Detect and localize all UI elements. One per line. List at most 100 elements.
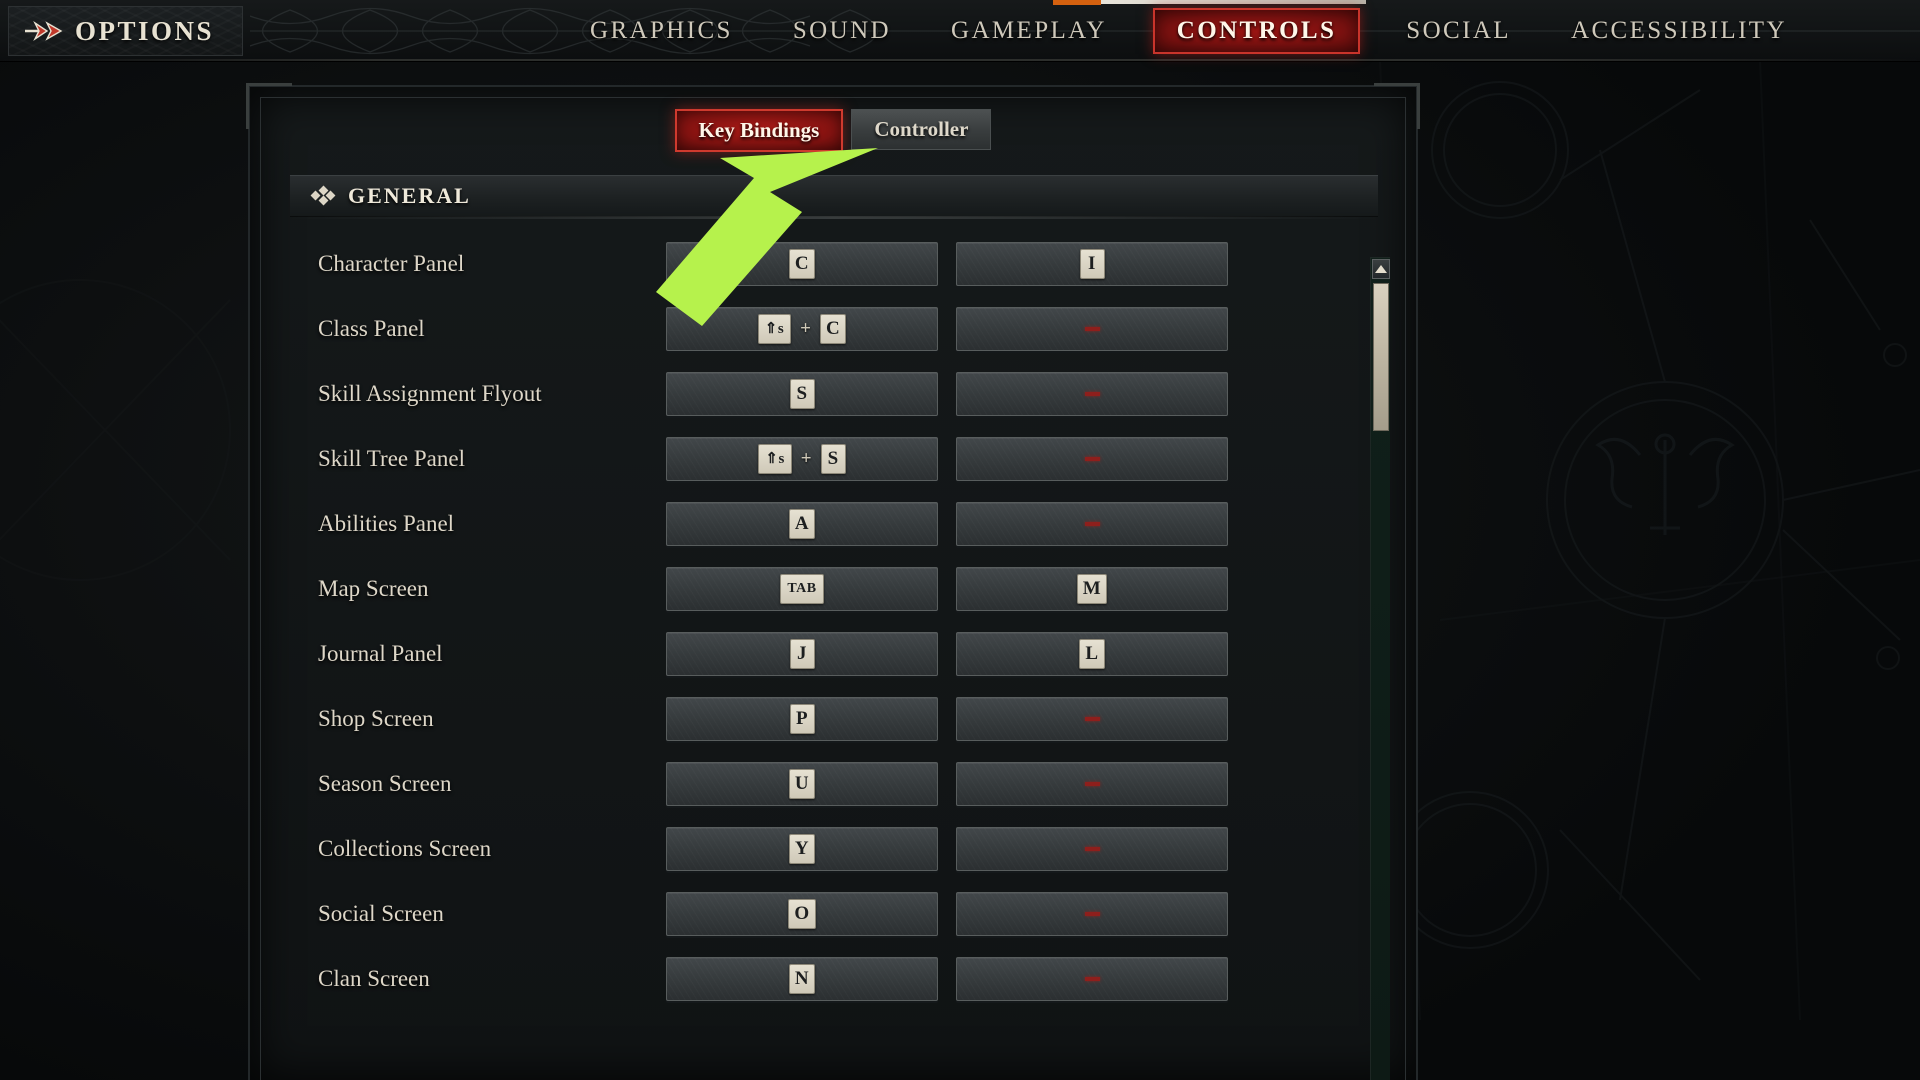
options-title-plate: OPTIONS [8, 6, 243, 56]
unbound-indicator [1084, 976, 1100, 981]
section-title: GENERAL [348, 183, 471, 208]
binding-action-label: Social Screen [318, 900, 444, 926]
keycap: P [789, 703, 815, 734]
keycap: ⇑s [758, 443, 792, 474]
binding-secondary-slot[interactable]: I [956, 241, 1228, 286]
binding-secondary-slot[interactable] [956, 826, 1228, 871]
binding-primary-slot[interactable]: U [666, 761, 938, 806]
binding-secondary-slot[interactable] [956, 306, 1228, 351]
binding-row: Class Panel ⇑s + C [276, 296, 1390, 361]
binding-primary-slot[interactable]: P [666, 696, 938, 741]
binding-action-label: Season Screen [318, 770, 452, 796]
binding-action-label: Class Panel [318, 315, 425, 341]
unbound-indicator [1084, 521, 1100, 526]
tab-accessibility[interactable]: ACCESSIBILITY [1541, 0, 1817, 62]
unbound-indicator [1084, 391, 1100, 396]
binding-row: Social Screen O [276, 881, 1390, 946]
binding-primary-slot[interactable]: TAB [666, 566, 938, 611]
binding-row: Season Screen U [276, 751, 1390, 816]
binding-secondary-slot[interactable] [956, 371, 1228, 416]
binding-primary-slot[interactable]: O [666, 891, 938, 936]
binding-row: Abilities Panel A [276, 491, 1390, 556]
binding-primary-slot[interactable]: N [666, 956, 938, 1001]
unbound-indicator [1084, 326, 1100, 331]
keycap: L [1079, 638, 1105, 669]
key-combo-plus: + [800, 447, 812, 469]
keycap: S [820, 443, 846, 474]
binding-action-label: Abilities Panel [318, 510, 455, 536]
binding-row: Collections Screen Y [276, 816, 1390, 881]
binding-primary-slot[interactable]: ⇑s + S [666, 436, 938, 481]
binding-action-label: Character Panel [318, 250, 465, 276]
keycap: I [1079, 248, 1105, 279]
binding-row: Character Panel C I [276, 231, 1390, 296]
keycap: Y [788, 833, 816, 864]
unbound-indicator [1084, 911, 1100, 916]
binding-primary-slot[interactable]: ⇑s + C [666, 306, 938, 351]
unbound-indicator [1084, 846, 1100, 851]
keycap: TAB [780, 573, 824, 604]
subtab-controller[interactable]: Controller [851, 109, 992, 150]
binding-action-label: Map Screen [318, 575, 429, 601]
diamond-cluster-icon [310, 185, 336, 206]
binding-secondary-slot[interactable] [956, 956, 1228, 1001]
subtab-key-bindings[interactable]: Key Bindings [674, 109, 844, 152]
binding-primary-slot[interactable]: C [666, 241, 938, 286]
tab-gameplay[interactable]: GAMEPLAY [921, 0, 1137, 62]
keycap: N [788, 963, 816, 994]
binding-row: Skill Assignment Flyout S [276, 361, 1390, 426]
binding-row: Clan Screen N [276, 946, 1390, 1011]
unbound-indicator [1084, 456, 1100, 461]
keycap: M [1076, 573, 1108, 604]
triangle-up-icon [1375, 265, 1387, 273]
scrollbar-track[interactable] [1370, 257, 1390, 1080]
binding-secondary-slot[interactable] [956, 436, 1228, 481]
keycap: C [788, 248, 816, 279]
binding-secondary-slot[interactable] [956, 761, 1228, 806]
binding-row: Shop Screen P [276, 686, 1390, 751]
bindings-scroll-area: GENERAL Character Panel C I Class Panel ⇑s + C… [276, 175, 1390, 1080]
keycap: C [820, 313, 847, 344]
binding-primary-slot[interactable]: A [666, 501, 938, 546]
binding-row: Skill Tree Panel ⇑s + S [276, 426, 1390, 491]
binding-secondary-slot[interactable] [956, 696, 1228, 741]
binding-action-label: Journal Panel [318, 640, 443, 666]
section-header-general: GENERAL [290, 175, 1378, 219]
keycap: O [788, 898, 816, 929]
binding-action-label: Skill Tree Panel [318, 445, 465, 471]
tab-graphics[interactable]: GRAPHICS [560, 0, 763, 62]
binding-row: Map Screen TAB M [276, 556, 1390, 621]
tab-controls[interactable]: CONTROLS [1152, 8, 1361, 54]
unbound-indicator [1084, 716, 1100, 721]
binding-action-label: Collections Screen [318, 835, 492, 861]
scrollbar-thumb[interactable] [1373, 283, 1389, 431]
binding-secondary-slot[interactable]: L [956, 631, 1228, 676]
key-combo-plus: + [800, 317, 811, 339]
binding-secondary-slot[interactable] [956, 501, 1228, 546]
bindings-list: Character Panel C I Class Panel ⇑s + C Skill As… [276, 231, 1390, 1011]
top-bar: OPTIONS GRAPHICS SOUND GAMEPLAY CONTROLS… [0, 0, 1920, 62]
page-title: OPTIONS [75, 15, 215, 46]
binding-primary-slot[interactable]: S [666, 371, 938, 416]
binding-secondary-slot[interactable]: M [956, 566, 1228, 611]
binding-secondary-slot[interactable] [956, 891, 1228, 936]
binding-action-label: Shop Screen [318, 705, 434, 731]
binding-row: Journal Panel J L [276, 621, 1390, 686]
tab-social[interactable]: SOCIAL [1376, 0, 1541, 62]
binding-primary-slot[interactable]: J [666, 631, 938, 676]
keycap: U [788, 768, 816, 799]
unbound-indicator [1084, 781, 1100, 786]
double-arrow-icon [23, 20, 63, 42]
binding-action-label: Skill Assignment Flyout [318, 380, 542, 406]
binding-action-label: Clan Screen [318, 965, 430, 991]
keycap: A [788, 508, 816, 539]
binding-primary-slot[interactable]: Y [666, 826, 938, 871]
options-screen: OPTIONS GRAPHICS SOUND GAMEPLAY CONTROLS… [0, 0, 1920, 1080]
keycap: S [789, 378, 815, 409]
keycap: ⇑s [757, 313, 792, 344]
keycap: J [789, 638, 815, 669]
controls-panel-frame: Key Bindings Controller GENERAL Characte… [246, 83, 1420, 1080]
sub-tab-bar: Key Bindings Controller [250, 109, 1416, 157]
scroll-up-button[interactable] [1372, 259, 1390, 279]
tab-sound[interactable]: SOUND [763, 0, 921, 62]
